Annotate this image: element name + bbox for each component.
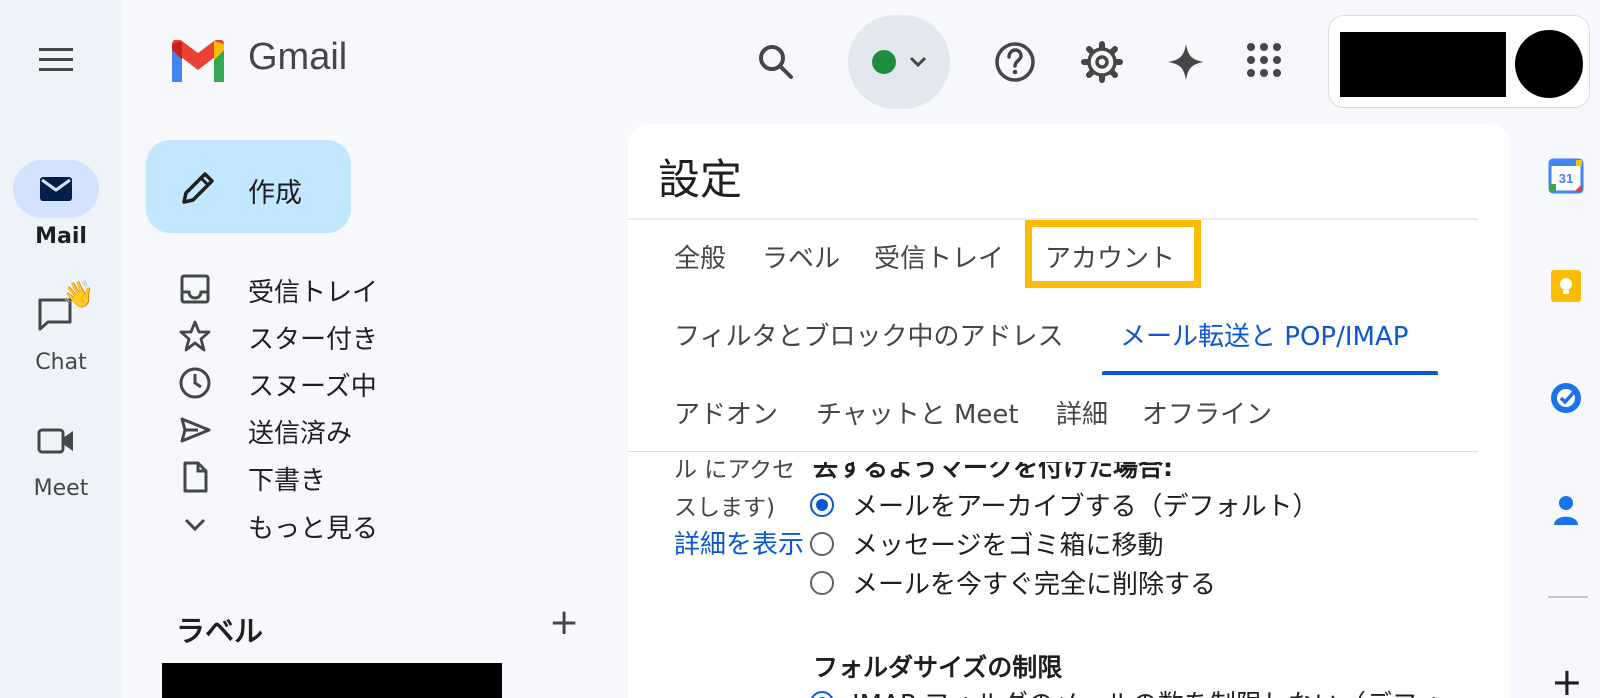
- labels-heading: ラベル: [176, 614, 264, 648]
- radio-no-limit-control[interactable]: [810, 691, 834, 698]
- tab-chat-meet[interactable]: チャットと Meet: [816, 394, 1019, 431]
- label-item-redacted[interactable]: [162, 663, 502, 698]
- radio-delete-forever-label[interactable]: メールを今すぐ完全に削除する: [852, 564, 1216, 601]
- tab-addons[interactable]: アドオン: [674, 394, 778, 431]
- settings-panel: 設定 全般 ラベル 受信トレイ アカウント フィルタとブロック中のアドレス メー…: [628, 124, 1510, 698]
- nav-item-drafts[interactable]: 下書き: [150, 454, 610, 498]
- contacts-icon[interactable]: [1548, 492, 1584, 528]
- section-description-line1: ル にアクセ: [674, 457, 796, 483]
- status-chevron-icon: [908, 54, 928, 68]
- nav-item-snoozed[interactable]: スヌーズ中: [150, 360, 610, 404]
- search-icon[interactable]: [756, 42, 796, 82]
- tab-general[interactable]: 全般: [674, 238, 726, 275]
- mail-icon: [38, 174, 74, 204]
- radio-no-limit-label[interactable]: IMAP フォルダのメールの数を制限しない（デフォ: [852, 684, 1444, 698]
- tab-offline[interactable]: オフライン: [1142, 394, 1272, 431]
- avatar[interactable]: [1515, 30, 1583, 98]
- folder-size-heading: フォルダサイズの制限: [813, 653, 1063, 682]
- nav-label: スター付き: [248, 325, 379, 355]
- gmail-logo-icon[interactable]: [168, 39, 228, 86]
- status-dot-icon: [872, 50, 896, 74]
- nav-item-inbox[interactable]: 受信トレイ: [150, 266, 610, 310]
- nav-label: もっと見る: [248, 514, 379, 544]
- rail-mail-label[interactable]: Mail: [0, 224, 122, 249]
- waving-hand-badge: 👋: [62, 280, 95, 310]
- settings-title: 設定: [658, 155, 743, 204]
- radio-delete-forever[interactable]: メールを今すぐ完全に削除する: [810, 564, 1460, 600]
- nav-item-starred[interactable]: スター付き: [150, 313, 610, 357]
- radio-trash[interactable]: メッセージをゴミ箱に移動: [810, 525, 1460, 561]
- radio-delete-forever-control[interactable]: [810, 571, 834, 595]
- learn-more-link[interactable]: 詳細を表示: [674, 524, 804, 561]
- tasks-icon[interactable]: [1548, 380, 1584, 416]
- tab-forwarding-pop-imap[interactable]: メール転送と POP/IMAP: [1120, 316, 1408, 353]
- draft-icon: [178, 460, 212, 494]
- pencil-icon: [178, 168, 218, 208]
- meet-icon[interactable]: [36, 424, 76, 458]
- nav-item-more[interactable]: もっと見る: [150, 502, 610, 546]
- app-rail: [0, 0, 122, 698]
- nav-label: 下書き: [248, 466, 327, 496]
- section-description-line2: スします): [674, 495, 775, 521]
- star-icon: [178, 319, 212, 353]
- add-label-button[interactable]: +: [549, 602, 579, 643]
- main-menu-icon[interactable]: [37, 44, 75, 76]
- radio-trash-label[interactable]: メッセージをゴミ箱に移動: [852, 525, 1163, 562]
- active-tab-indicator: [1102, 371, 1438, 375]
- nav-label: 送信済み: [248, 419, 353, 449]
- add-icon[interactable]: +: [1551, 660, 1583, 698]
- tab-filters[interactable]: フィルタとブロック中のアドレス: [674, 316, 1063, 353]
- clock-icon: [178, 366, 212, 400]
- radio-archive-label[interactable]: メールをアーカイブする（デフォルト）: [852, 486, 1318, 523]
- expunge-option-heading: 去するようマークを付けた場合:: [813, 453, 1173, 482]
- send-icon: [178, 413, 212, 447]
- rail-chat-label[interactable]: Chat: [0, 350, 122, 375]
- rail-meet-label[interactable]: Meet: [0, 476, 122, 501]
- nav-item-sent[interactable]: 送信済み: [150, 407, 610, 451]
- help-icon[interactable]: [993, 40, 1037, 84]
- compose-label: 作成: [248, 178, 302, 209]
- calendar-day: 31: [1559, 171, 1573, 186]
- radio-archive[interactable]: メールをアーカイブする（デフォルト）: [810, 486, 1460, 522]
- keep-icon[interactable]: [1548, 268, 1584, 304]
- radio-trash-control[interactable]: [810, 532, 834, 556]
- status-indicator-button[interactable]: [848, 15, 950, 109]
- settings-gear-icon[interactable]: [1080, 40, 1124, 84]
- nav-label: スヌーズ中: [248, 372, 377, 402]
- apps-grid-icon[interactable]: [1246, 42, 1282, 78]
- nav-label: 受信トレイ: [248, 278, 379, 308]
- inbox-icon: [178, 272, 212, 306]
- chevron-down-icon: [178, 508, 212, 542]
- gemini-sparkle-icon[interactable]: [1166, 42, 1206, 82]
- radio-archive-control[interactable]: [810, 493, 834, 517]
- account-name-redacted: [1340, 32, 1506, 97]
- gmail-wordmark[interactable]: Gmail: [248, 36, 347, 79]
- radio-no-limit[interactable]: IMAP フォルダのメールの数を制限しない（デフォ: [810, 684, 1460, 698]
- tab-accounts-highlight: [1025, 220, 1201, 288]
- tab-advanced[interactable]: 詳細: [1056, 394, 1108, 431]
- side-apps-divider: [1548, 596, 1588, 598]
- tabs-divider: [628, 451, 1478, 452]
- tab-inbox[interactable]: 受信トレイ: [874, 238, 1004, 275]
- calendar-icon[interactable]: 31: [1548, 158, 1584, 194]
- tab-labels[interactable]: ラベル: [762, 238, 840, 275]
